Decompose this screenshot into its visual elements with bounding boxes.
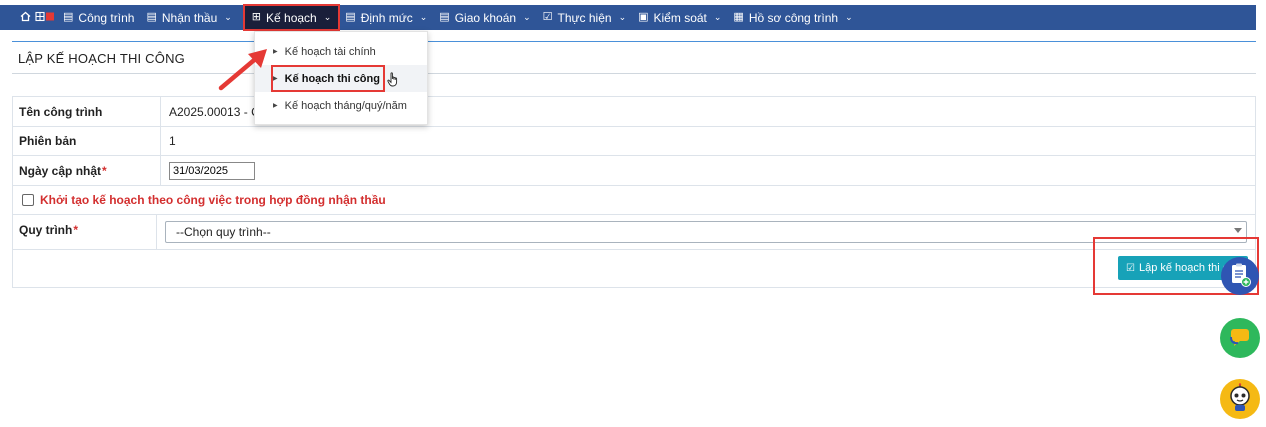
page-title: LẬP KẾ HOẠCH THI CÔNG <box>18 51 185 66</box>
version-value: 1 <box>169 134 176 148</box>
required-mark: * <box>73 223 79 237</box>
nav-dinh-muc[interactable]: ▤ Định mức ⌄ <box>339 5 433 30</box>
hand-cursor-icon <box>387 72 399 90</box>
create-plan-button-label: Lập kế hoạch thi c <box>1138 262 1229 274</box>
menu-item-ke-hoach-thang-quy-nam[interactable]: ▶ Kế hoạch tháng/quý/năm <box>255 92 427 119</box>
form-row-actions <box>13 250 1255 287</box>
menu-item-label: Kế hoạch tài chính <box>284 45 376 58</box>
grid-icon: ⊞ <box>251 11 262 23</box>
plan-form: Tên công trình A2025.00013 - C Phiên bản… <box>12 96 1256 288</box>
add-document-fab[interactable] <box>1221 257 1259 295</box>
form-row-version: Phiên bản 1 <box>13 127 1255 156</box>
nav-label: Kế hoạch <box>266 10 317 25</box>
menu-item-label: Kế hoạch tháng/quý/năm <box>284 99 407 112</box>
check-square-icon: ☑ <box>1126 262 1135 274</box>
nav-label: Kiểm soát <box>653 10 707 25</box>
process-label: Quy trình * <box>13 215 157 249</box>
chevron-down-icon: ⌄ <box>523 12 531 22</box>
date-label-text: Ngày cập nhật <box>19 163 102 178</box>
form-row-checkbox: Khởi tạo kế hoạch theo công việc trong h… <box>13 186 1255 215</box>
nav-label: Định mức <box>360 10 413 25</box>
monitor-icon: ▣ <box>638 11 649 23</box>
process-cell: --Chọn quy trình-- <box>157 215 1255 249</box>
menu-item-ke-hoach-tai-chinh[interactable]: ▶ Kế hoạch tài chính <box>255 38 427 65</box>
checkbox-row[interactable]: Khởi tạo kế hoạch theo công việc trong h… <box>13 186 386 214</box>
nav-ho-so-cong-trinh[interactable]: ▦ Hồ sơ công trình ⌄ <box>727 5 858 30</box>
chevron-down-icon: ⌄ <box>845 12 853 22</box>
date-label: Ngày cập nhật * <box>13 156 161 185</box>
date-cell <box>161 156 1255 185</box>
form-row-date: Ngày cập nhật * <box>13 156 1255 186</box>
clipboard-add-icon <box>1228 262 1252 291</box>
required-mark: * <box>102 163 107 178</box>
grid-red-icon <box>35 11 55 25</box>
list-icon: ▤ <box>63 11 74 23</box>
check-icon: ☑ <box>542 11 553 23</box>
chevron-down-icon: ⌄ <box>618 12 627 22</box>
chat-fab[interactable] <box>1220 318 1260 358</box>
top-navigation-bar: ▤ Công trình ▤ Nhận thầu ⌄ ⊞ Kế hoạch ⌄ … <box>0 0 1266 31</box>
date-input[interactable] <box>169 161 255 180</box>
chevron-down-icon: ⌄ <box>224 12 232 22</box>
menu-item-label: Kế hoạch thi công <box>284 72 380 85</box>
nav-label: Hồ sơ công trình <box>748 10 839 25</box>
annotation-arrow-icon <box>218 49 267 91</box>
robot-icon <box>1226 382 1254 416</box>
caret-down-icon <box>1234 228 1242 233</box>
nav-label: Giao khoán <box>454 10 517 25</box>
nav-thuc-hien[interactable]: ☑ Thực hiện ⌄ <box>537 5 632 30</box>
project-label: Tên công trình <box>13 97 161 126</box>
panel-header: LẬP KẾ HOẠCH THI CÔNG <box>12 41 1256 74</box>
nav-nhan-thau[interactable]: ▤ Nhận thầu ⌄ <box>140 5 237 30</box>
doc-icon: ▤ <box>439 11 450 23</box>
init-plan-checkbox-label[interactable]: Khởi tạo kế hoạch theo công việc trong h… <box>40 193 386 207</box>
briefcase-icon: ▦ <box>733 11 744 23</box>
chevron-down-icon: ⌄ <box>323 12 332 22</box>
chevron-down-icon: ⌄ <box>713 12 722 22</box>
process-select-value: --Chọn quy trình-- <box>176 225 271 239</box>
form-row-process: Quy trình * --Chọn quy trình-- <box>13 215 1255 250</box>
init-plan-checkbox[interactable] <box>22 194 34 206</box>
nav-ke-hoach[interactable]: ⊞ Kế hoạch ⌄ <box>242 4 341 31</box>
nav-giao-khoan[interactable]: ▤ Giao khoán ⌄ <box>433 5 536 30</box>
caret-right-icon: ▶ <box>273 103 278 109</box>
home-icon <box>20 11 31 25</box>
nav-label: Công trình <box>78 10 135 25</box>
doc-icon: ▤ <box>345 11 356 23</box>
favorites-button[interactable] <box>33 5 57 30</box>
nav-label: Nhận thầu <box>161 10 218 25</box>
process-select[interactable]: --Chọn quy trình-- <box>165 221 1247 243</box>
chat-bubble-icon <box>1229 327 1251 350</box>
form-row-project: Tên công trình A2025.00013 - C <box>13 97 1255 127</box>
main-nav: ▤ Công trình ▤ Nhận thầu ⌄ ⊞ Kế hoạch ⌄ … <box>0 4 1256 31</box>
nav-cong-trinh[interactable]: ▤ Công trình <box>57 5 140 30</box>
doc-icon: ▤ <box>146 11 157 23</box>
nav-kiem-soat[interactable]: ▣ Kiểm soát ⌄ <box>632 5 727 30</box>
version-label: Phiên bản <box>13 127 161 155</box>
ke-hoach-dropdown-menu: ▶ Kế hoạch tài chính ▶ Kế hoạch thi công… <box>254 31 428 125</box>
home-button[interactable] <box>18 5 33 30</box>
chevron-down-icon: ⌄ <box>419 12 428 22</box>
nav-label: Thực hiện <box>557 10 612 25</box>
menu-item-ke-hoach-thi-cong[interactable]: ▶ Kế hoạch thi công <box>255 65 427 92</box>
process-label-text: Quy trình <box>19 223 73 237</box>
assistant-bot-fab[interactable] <box>1220 379 1260 419</box>
